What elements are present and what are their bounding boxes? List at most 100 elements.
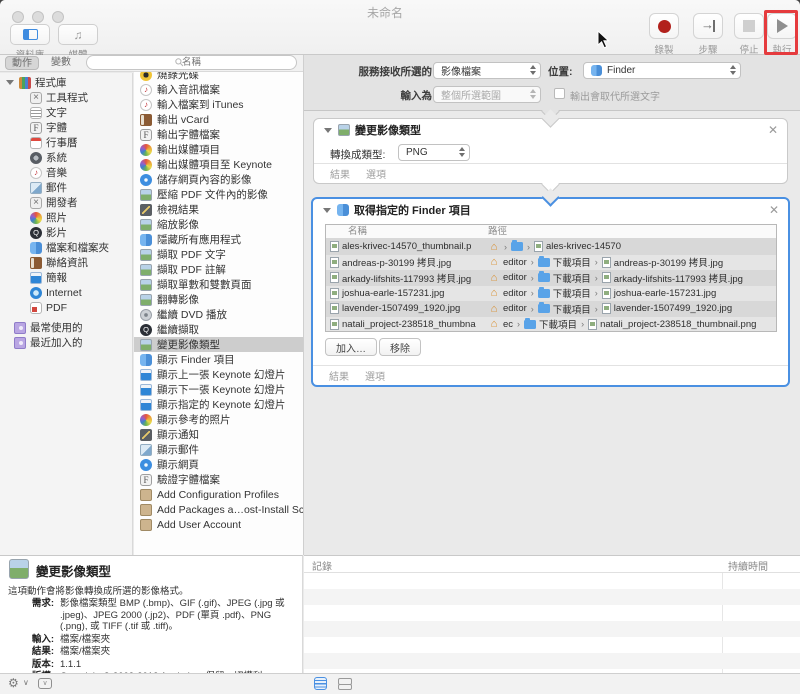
action-list-item[interactable]: 顯示下一張 Keynote 幻燈片: [134, 382, 303, 397]
sidebar-item[interactable]: PDF: [0, 300, 133, 315]
column-path[interactable]: 路徑: [484, 225, 776, 239]
action-list-item[interactable]: 輸出媒體項目: [134, 142, 303, 157]
replace-text-checkbox[interactable]: [554, 88, 565, 99]
action-item-label: 輸出媒體項目: [157, 142, 220, 157]
path-cell: editor›下載項目›joshua-earle-157231.jpg: [484, 286, 776, 302]
action-list-item[interactable]: 顯示上一張 Keynote 幻燈片: [134, 367, 303, 382]
sidebar-item[interactable]: Internet: [0, 285, 133, 300]
tab-actions[interactable]: 動作: [5, 56, 39, 70]
table-row[interactable]: natali_project-238518_thumbnaec›下載項目›nat…: [326, 317, 776, 333]
service-receives-popup[interactable]: 影像檔案: [433, 62, 541, 79]
action-list-item[interactable]: 壓縮 PDF 文件內的影像: [134, 187, 303, 202]
table-row[interactable]: lavender-1507499_1920.jpgeditor›下載項目›lav…: [326, 301, 776, 317]
action-list-item[interactable]: 顯示指定的 Keynote 幻燈片: [134, 397, 303, 412]
action-list-item[interactable]: 縮放影像: [134, 217, 303, 232]
sidebar-item[interactable]: 照片: [0, 210, 133, 225]
options-link[interactable]: 選項: [366, 166, 386, 181]
sidebar-item-smart[interactable]: 最近加入的: [0, 335, 133, 350]
path-separator: ›: [595, 304, 598, 314]
disclosure-triangle-icon[interactable]: [324, 128, 332, 133]
action-list-item[interactable]: Add Configuration Profiles: [134, 487, 303, 502]
remove-item-button[interactable]: 移除: [379, 338, 421, 356]
action-list-item[interactable]: 儲存網頁內容的影像: [134, 172, 303, 187]
action-list-item[interactable]: 擷取 PDF 文字: [134, 247, 303, 262]
log-list-view-icon[interactable]: [314, 677, 327, 690]
disclosure-triangle-icon[interactable]: [323, 208, 331, 213]
action-list-item[interactable]: 繼續擷取: [134, 322, 303, 337]
action-list-item[interactable]: 顯示通知: [134, 427, 303, 442]
tab-variables[interactable]: 變數: [44, 56, 78, 70]
stop-button[interactable]: [734, 13, 764, 39]
sidebar-item[interactable]: 行事曆: [0, 135, 133, 150]
safari-icon: [140, 174, 152, 186]
action-list-item[interactable]: 輸出字體檔案: [134, 127, 303, 142]
close-icon[interactable]: ✕: [768, 124, 778, 136]
action-list-item[interactable]: 擷取 PDF 註解: [134, 262, 303, 277]
search-input[interactable]: [86, 55, 297, 70]
action-list-item[interactable]: 輸出 vCard: [134, 112, 303, 127]
duration-column-header[interactable]: 持續時間: [728, 558, 768, 573]
log-column-header[interactable]: 記錄: [312, 558, 332, 573]
sidebar-item[interactable]: 聯絡資訊: [0, 255, 133, 270]
table-row[interactable]: ales-krivec-14570_thumbnail.p››ales-kriv…: [326, 239, 776, 255]
record-button[interactable]: [649, 13, 679, 39]
service-location-popup[interactable]: Finder: [583, 62, 741, 79]
action-list-item[interactable]: 隱藏所有應用程式: [134, 232, 303, 247]
sidebar-item[interactable]: 文字: [0, 105, 133, 120]
path-cell: editor›下載項目›arkady-lifshits-117993 拷貝.jp…: [484, 270, 776, 286]
sidebar-item[interactable]: 郵件: [0, 180, 133, 195]
action-list-item[interactable]: 驗證字體檔案: [134, 472, 303, 487]
zoom-window-button[interactable]: [52, 11, 64, 23]
sidebar-item-label: PDF: [46, 302, 67, 314]
sidebar-item[interactable]: 音樂: [0, 165, 133, 180]
add-item-button[interactable]: 加入…: [325, 338, 377, 356]
sidebar-item[interactable]: 檔案和檔案夾: [0, 240, 133, 255]
sidebar-item[interactable]: 簡報: [0, 270, 133, 285]
media-button[interactable]: ♫: [58, 24, 98, 45]
action-list-item[interactable]: 顯示網頁: [134, 457, 303, 472]
step-button[interactable]: [693, 13, 723, 39]
action-list-item[interactable]: Add Packages a…ost-Install Scripts: [134, 502, 303, 517]
action-list-item[interactable]: 擷取單數和雙數頁面: [134, 277, 303, 292]
action-list-item[interactable]: 輸入音訊檔案: [134, 82, 303, 97]
image-file-icon: [330, 288, 339, 299]
sidebar-item[interactable]: 系統: [0, 150, 133, 165]
table-row[interactable]: arkady-lifshits-117993 拷貝.jpgeditor›下載項目…: [326, 270, 776, 286]
sidebar-item-library[interactable]: 程式庫: [0, 75, 133, 90]
sidebar-item[interactable]: 字體: [0, 120, 133, 135]
action-list-item[interactable]: 檢視結果: [134, 202, 303, 217]
action-list-item[interactable]: 顯示參考的照片: [134, 412, 303, 427]
action-list-item[interactable]: 顯示郵件: [134, 442, 303, 457]
sidebar-item[interactable]: 開發者: [0, 195, 133, 210]
action-list-item[interactable]: 燒錄光碟: [134, 72, 303, 82]
sidebar-item-smart[interactable]: 最常使用的: [0, 320, 133, 335]
sidebar-item[interactable]: 影片: [0, 225, 133, 240]
disclosure-triangle-icon[interactable]: [6, 80, 14, 85]
action-block-change-image-type[interactable]: 變更影像類型 ✕ 轉換成類型: PNG 結果 選項: [313, 118, 788, 184]
sidebar-item[interactable]: 工具程式: [0, 90, 133, 105]
action-list-item[interactable]: 輸入檔案到 iTunes: [134, 97, 303, 112]
minimize-window-button[interactable]: [32, 11, 44, 23]
gear-icon[interactable]: ⚙: [8, 676, 19, 690]
panel-divider[interactable]: [303, 55, 304, 555]
close-icon[interactable]: ✕: [769, 204, 779, 216]
results-link[interactable]: 結果: [329, 368, 349, 383]
action-list-item-selected[interactable]: 變更影像類型: [134, 337, 303, 352]
panel-toggle-icon[interactable]: ∨: [38, 678, 52, 689]
table-row[interactable]: andreas-p-30199 拷貝.jpgeditor›下載項目›andrea…: [326, 255, 776, 271]
action-list-item[interactable]: 繼續 DVD 播放: [134, 307, 303, 322]
results-link[interactable]: 結果: [330, 166, 350, 181]
table-row[interactable]: joshua-earle-157231.jpgeditor›下載項目›joshu…: [326, 286, 776, 302]
action-list-item[interactable]: 翻轉影像: [134, 292, 303, 307]
options-link[interactable]: 選項: [365, 368, 385, 383]
close-window-button[interactable]: [12, 11, 24, 23]
column-name[interactable]: 名稱: [326, 225, 484, 239]
action-block-get-finder-items[interactable]: 取得指定的 Finder 項目 ✕ 名稱 路徑 ales-krivec-1457…: [311, 197, 790, 387]
action-list-item[interactable]: 顯示 Finder 項目: [134, 352, 303, 367]
convert-type-popup[interactable]: PNG: [398, 144, 470, 161]
action-list-item[interactable]: 輸出媒體項目至 Keynote: [134, 157, 303, 172]
path-text: 下載項目: [553, 255, 591, 269]
action-list-item[interactable]: Add User Account: [134, 517, 303, 532]
library-toggle-button[interactable]: [10, 24, 50, 45]
log-object-view-icon[interactable]: [338, 678, 352, 690]
